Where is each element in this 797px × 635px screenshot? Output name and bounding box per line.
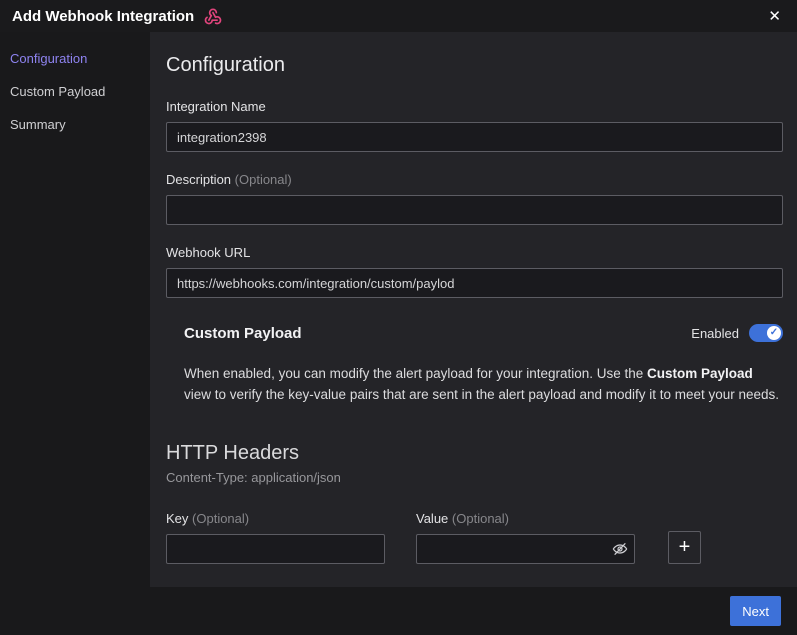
webhook-url-label: Webhook URL bbox=[166, 245, 251, 260]
header-key-input[interactable] bbox=[166, 533, 385, 564]
header-value-label: Value (Optional) bbox=[416, 510, 509, 526]
custom-payload-status-label: Enabled bbox=[691, 325, 739, 341]
custom-payload-toggle[interactable]: ✓ bbox=[749, 324, 783, 342]
toggle-check-icon: ✓ bbox=[767, 326, 781, 340]
dialog-header: Add Webhook Integration ✕ bbox=[0, 0, 797, 32]
header-key-value-row: Key (Optional) Value (Optional) + bbox=[166, 511, 783, 564]
webhook-icon bbox=[203, 6, 223, 26]
header-key-optional-hint: (Optional) bbox=[192, 510, 250, 526]
header-value-input[interactable] bbox=[416, 533, 635, 564]
sidebar-item-custom-payload[interactable]: Custom Payload bbox=[0, 75, 150, 108]
close-icon[interactable]: ✕ bbox=[766, 7, 783, 26]
sidebar-item-configuration[interactable]: Configuration bbox=[0, 42, 150, 75]
custom-payload-title: Custom Payload bbox=[184, 324, 302, 342]
sidebar-item-summary[interactable]: Summary bbox=[0, 108, 150, 141]
dialog-title: Add Webhook Integration bbox=[12, 7, 195, 25]
header-key-label: Key (Optional) bbox=[166, 510, 250, 526]
configuration-panel: Configuration Integration Name Descripti… bbox=[150, 32, 797, 587]
dialog-footer: Next bbox=[0, 587, 797, 635]
description-field: Description (Optional) bbox=[166, 172, 783, 225]
header-value-optional-hint: (Optional) bbox=[451, 510, 509, 526]
page-title: Configuration bbox=[166, 54, 285, 76]
header-value-field: Value (Optional) bbox=[416, 511, 635, 564]
add-header-button[interactable]: + bbox=[668, 530, 701, 564]
custom-payload-description: When enabled, you can modify the alert p… bbox=[184, 366, 780, 402]
sidebar: Configuration Custom Payload Summary bbox=[0, 32, 150, 587]
content-type-text: Content-Type: application/json bbox=[166, 469, 341, 485]
next-button[interactable]: Next bbox=[730, 596, 781, 626]
header-key-field: Key (Optional) bbox=[166, 511, 385, 564]
visibility-off-icon[interactable] bbox=[612, 541, 628, 557]
description-input[interactable] bbox=[166, 195, 783, 225]
webhook-url-field: Webhook URL bbox=[166, 245, 783, 298]
webhook-url-input[interactable] bbox=[166, 268, 783, 298]
integration-name-input[interactable] bbox=[166, 122, 783, 152]
integration-name-label: Integration Name bbox=[166, 99, 266, 114]
http-headers-title: HTTP Headers bbox=[166, 441, 300, 464]
header-value-input-wrap bbox=[416, 533, 635, 564]
dialog-body: Configuration Custom Payload Summary Con… bbox=[0, 32, 797, 587]
description-optional-hint: (Optional) bbox=[234, 172, 292, 187]
description-label: Description (Optional) bbox=[166, 172, 292, 187]
add-webhook-integration-dialog: Add Webhook Integration ✕ Configuration … bbox=[0, 0, 797, 635]
integration-name-field: Integration Name bbox=[166, 99, 783, 152]
custom-payload-header: Custom Payload Enabled ✓ bbox=[184, 324, 783, 342]
custom-payload-section: Custom Payload Enabled ✓ When enabled, y… bbox=[184, 324, 783, 406]
